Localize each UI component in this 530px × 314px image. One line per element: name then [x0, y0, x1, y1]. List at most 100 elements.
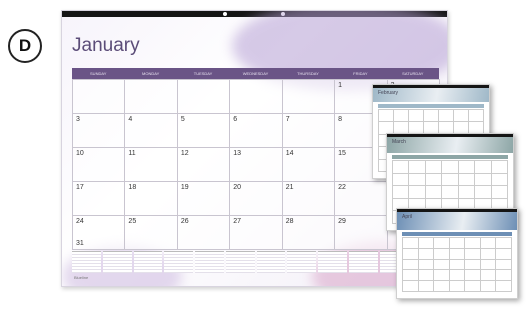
date-number: 19 [180, 184, 189, 191]
weekday-label: FRIDAY [353, 71, 368, 76]
date-number: 12 [180, 150, 189, 157]
card-month-title: March [392, 139, 406, 145]
card-date-cell [480, 270, 497, 282]
card-date-cell [403, 281, 419, 292]
card-date-cell [449, 270, 466, 282]
card-date-cell [434, 281, 450, 292]
card-date-cell [418, 248, 435, 260]
binding-hole [223, 12, 227, 16]
mini-month [72, 251, 101, 273]
weekday-header: SUNDAY MONDAY TUESDAY WEDNESDAY THURSDAY… [72, 68, 439, 79]
card-date-cell [454, 110, 469, 123]
date-number: 14 [285, 150, 294, 157]
date-cell [177, 80, 231, 114]
card-date-cell [418, 238, 435, 249]
card-date-cell [403, 248, 419, 260]
card-date-cell [439, 110, 454, 123]
watercolor-header [397, 212, 517, 230]
date-cell: 11 [125, 148, 178, 182]
card-date-cell [475, 186, 492, 199]
date-number: 25 [128, 218, 137, 225]
card-date-cell [475, 161, 492, 174]
month-title: January [72, 35, 140, 56]
mini-month [287, 251, 316, 273]
card-date-cell [480, 248, 497, 260]
date-number: 13 [233, 150, 242, 157]
card-date-cell [465, 281, 481, 292]
card-date-cell [458, 186, 476, 199]
date-cell: 13 [230, 148, 283, 182]
card-date-cell [418, 270, 435, 282]
brand-label: Blueline [74, 275, 89, 280]
card-date-cell [465, 238, 481, 249]
date-number: 8 [338, 116, 343, 123]
date-number: 21 [285, 184, 294, 191]
card-date-cell [403, 270, 419, 282]
card-weekday-header [378, 104, 484, 108]
card-weekday-header [402, 232, 512, 236]
card-date-cell [442, 161, 459, 174]
card-date-cell [496, 259, 512, 271]
date-number: 6 [233, 116, 238, 123]
card-date-cell [458, 161, 476, 174]
card-date-cell [480, 259, 497, 271]
card-date-cell [496, 238, 512, 249]
date-cell: 4 [125, 114, 178, 148]
weekday-label: TUESDAY [193, 71, 213, 76]
mini-month [133, 251, 163, 273]
card-date-cell [393, 173, 410, 187]
card-date-cell [409, 161, 426, 174]
card-date-cell [409, 186, 426, 199]
date-number: 28 [285, 218, 294, 225]
date-number: 3 [76, 116, 80, 123]
date-cell: 25 [125, 216, 178, 250]
card-date-cell [465, 259, 481, 271]
card-date-cell [409, 173, 426, 187]
card-date-cell [496, 270, 512, 282]
card-date-cell [393, 161, 410, 174]
card-date-cell [434, 270, 450, 282]
card-date-cell [491, 161, 508, 174]
calendar-page-april: April [396, 208, 518, 299]
date-cell [230, 80, 283, 114]
date-cell: 5 [177, 114, 231, 148]
mini-month [195, 251, 224, 273]
date-number: 4 [128, 116, 133, 123]
card-date-cell [425, 186, 443, 199]
card-date-cell [425, 173, 443, 187]
card-date-cell [434, 259, 450, 271]
card-date-cell [425, 161, 443, 174]
date-cell: 22 [335, 182, 388, 216]
card-date-grid [402, 237, 512, 292]
card-date-cell [465, 270, 481, 282]
mini-month [348, 251, 378, 273]
card-date-cell [496, 248, 512, 260]
card-date-cell [409, 110, 424, 123]
date-number: 10 [76, 150, 84, 157]
date-cell: 6 [230, 114, 283, 148]
date-number: 11 [128, 150, 136, 157]
card-date-cell [465, 248, 481, 260]
date-cell: 28 [282, 216, 336, 250]
date-cell: 14 [282, 148, 336, 182]
card-date-cell [434, 248, 450, 260]
date-number: 15 [338, 150, 346, 157]
card-date-cell [480, 238, 497, 249]
card-date-cell [442, 186, 459, 199]
mini-month [318, 251, 347, 273]
date-number: 1 [338, 82, 343, 89]
date-cell: 24 31 [73, 216, 126, 250]
date-number: 24 [76, 218, 84, 225]
card-date-cell [418, 281, 435, 292]
date-cell [282, 80, 336, 114]
card-date-cell [424, 110, 439, 123]
card-date-cell [458, 173, 476, 187]
date-cell: 18 [125, 182, 178, 216]
card-date-cell [491, 173, 508, 187]
card-date-cell [480, 281, 497, 292]
variant-badge: D [8, 29, 42, 63]
mini-month [164, 251, 193, 273]
card-date-cell [449, 259, 466, 271]
card-date-cell [449, 281, 466, 292]
date-number: 7 [285, 116, 290, 123]
